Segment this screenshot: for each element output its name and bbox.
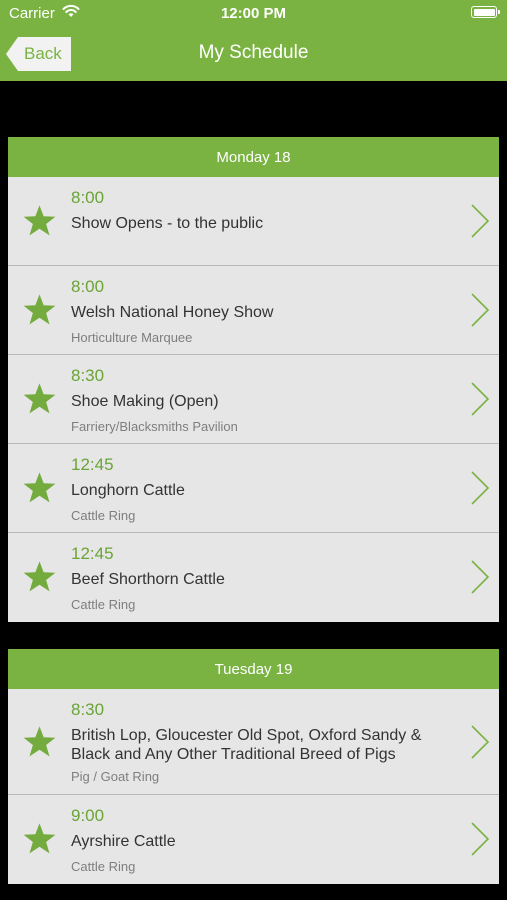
event-time: 8:00 (71, 277, 105, 296)
event-time: 8:30 (71, 700, 105, 719)
event-location: Cattle Ring (71, 508, 136, 523)
navigation-bar: Carrier 12:00 PM Back My Schedule (0, 0, 507, 81)
star-icon[interactable] (21, 559, 58, 596)
chevron-right-icon (471, 822, 490, 856)
event-time: 9:00 (71, 806, 105, 825)
event-title: Beef Shorthorn Cattle (71, 571, 225, 588)
battery-icon (471, 6, 500, 18)
star-icon[interactable] (21, 381, 58, 418)
event-title: Ayrshire Cattle (71, 833, 176, 850)
schedule-row[interactable]: 8:00 Welsh National Honey Show Horticult… (8, 266, 499, 355)
event-title: Welsh National Honey Show (71, 304, 274, 321)
page-title: My Schedule (198, 42, 309, 63)
chevron-right-icon (471, 293, 490, 327)
event-location: Horticulture Marquee (71, 330, 193, 345)
chevron-right-icon (471, 471, 490, 505)
star-icon[interactable] (21, 724, 58, 761)
chevron-right-icon (471, 204, 490, 238)
star-icon[interactable] (21, 821, 58, 858)
schedule-row[interactable]: 12:45 Beef Shorthorn Cattle Cattle Ring (8, 533, 499, 622)
event-time: 8:00 (71, 188, 105, 207)
schedule-row[interactable]: 8:30 Shoe Making (Open) Farriery/Blacksm… (8, 355, 499, 444)
schedule-row[interactable]: 8:00 Show Opens - to the public (8, 177, 499, 266)
schedule-row[interactable]: 9:00 Ayrshire Cattle Cattle Ring (8, 795, 499, 884)
clock: 12:00 PM (220, 5, 287, 22)
star-icon[interactable] (21, 292, 58, 329)
event-time: 12:45 (71, 455, 114, 474)
event-title: Show Opens - to the public (71, 215, 264, 232)
chevron-right-icon (471, 725, 490, 759)
event-location: Cattle Ring (71, 859, 136, 874)
event-time: 8:30 (71, 366, 105, 385)
event-time: 12:45 (71, 544, 114, 563)
section-header-monday: Monday 18 (8, 137, 499, 177)
event-location: Pig / Goat Ring (71, 769, 160, 784)
event-title: Longhorn Cattle (71, 482, 185, 499)
event-title: British Lop, Gloucester Old Spot, Oxford… (71, 727, 422, 763)
event-title: Shoe Making (Open) (71, 393, 219, 410)
star-icon[interactable] (21, 470, 58, 507)
schedule-row[interactable]: 8:30 British Lop, Gloucester Old Spot, O… (8, 689, 499, 795)
section-header-tuesday: Tuesday 19 (8, 649, 499, 689)
event-location: Farriery/Blacksmiths Pavilion (71, 419, 238, 434)
star-icon[interactable] (21, 203, 58, 240)
event-location: Cattle Ring (71, 597, 136, 612)
chevron-right-icon (471, 560, 490, 594)
chevron-right-icon (471, 382, 490, 416)
schedule-row[interactable]: 12:45 Longhorn Cattle Cattle Ring (8, 444, 499, 533)
